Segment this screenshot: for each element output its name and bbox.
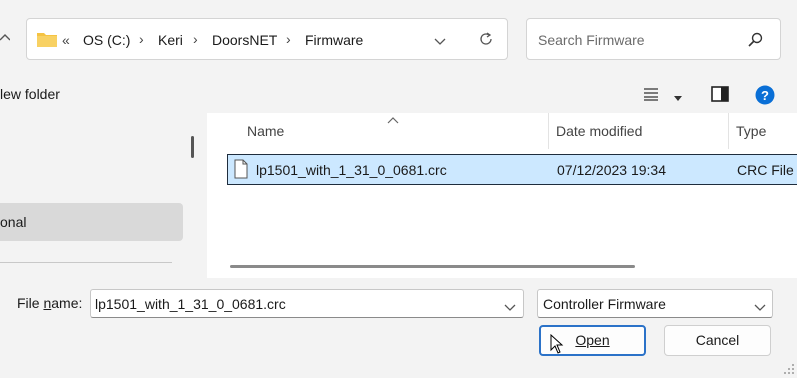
file-list: Name Date modified Type <box>207 113 797 278</box>
cancel-label: Cancel <box>695 332 740 348</box>
view-dropdown-icon[interactable] <box>673 90 683 106</box>
file-type-filter[interactable]: Controller Firmware <box>537 289 773 318</box>
file-type: CRC File <box>737 162 794 178</box>
folder-icon <box>36 30 58 51</box>
refresh-icon[interactable] <box>478 31 494 50</box>
breadcrumb-separator: › <box>193 31 198 47</box>
search-box[interactable]: Search Firmware <box>526 18 781 60</box>
breadcrumb-keri[interactable]: Keri <box>158 32 183 48</box>
help-icon[interactable]: ? <box>755 85 775 108</box>
file-icon <box>234 159 248 182</box>
filename-value: lp1501_with_1_31_0_0681.crc <box>95 296 286 312</box>
breadcrumb-separator: › <box>139 31 144 47</box>
breadcrumb-separator: › <box>286 31 291 47</box>
column-date-modified[interactable]: Date modified <box>556 123 642 139</box>
overflow-chevron[interactable]: « <box>62 32 70 48</box>
navigation-pane <box>0 113 205 278</box>
preview-pane-icon[interactable] <box>711 86 729 105</box>
search-placeholder: Search Firmware <box>538 32 645 48</box>
breadcrumb-firmware[interactable]: Firmware <box>305 32 363 48</box>
nav-item-selected[interactable]: onal <box>0 203 183 241</box>
breadcrumb-os[interactable]: OS (C:) <box>83 32 130 48</box>
file-date: 07/12/2023 19:34 <box>557 162 666 178</box>
window-top <box>0 0 797 8</box>
cancel-button[interactable]: Cancel <box>664 325 771 356</box>
filter-value: Controller Firmware <box>543 296 666 312</box>
breadcrumb-doorsnet[interactable]: DoorsNET <box>212 32 277 48</box>
view-options-icon[interactable] <box>643 87 659 104</box>
new-folder-button[interactable]: lew folder <box>0 86 60 102</box>
column-divider[interactable] <box>548 113 549 149</box>
column-divider[interactable] <box>728 113 729 149</box>
address-bar[interactable]: « OS (C:) › Keri › DoorsNET › Firmware <box>26 18 508 60</box>
nav-scrollbar[interactable] <box>191 136 194 158</box>
up-arrow-icon[interactable] <box>0 30 11 49</box>
command-bar: lew folder ? <box>0 76 797 114</box>
chevron-down-icon[interactable] <box>434 34 446 50</box>
column-name[interactable]: Name <box>247 123 284 139</box>
file-row[interactable]: lp1501_with_1_31_0_0681.crc 07/12/2023 1… <box>227 154 797 185</box>
mouse-cursor-icon <box>550 333 564 357</box>
open-label: Open <box>575 332 610 348</box>
chevron-down-icon[interactable] <box>504 300 516 316</box>
search-icon[interactable] <box>748 32 764 51</box>
filename-field[interactable]: lp1501_with_1_31_0_0681.crc <box>90 289 524 318</box>
chevron-down-icon[interactable] <box>754 300 766 316</box>
file-name: lp1501_with_1_31_0_0681.crc <box>256 162 447 178</box>
svg-text:?: ? <box>761 88 769 103</box>
horizontal-scrollbar[interactable] <box>230 265 635 268</box>
nav-item-label: onal <box>0 214 27 230</box>
filename-label: File name: <box>17 295 83 311</box>
sort-up-icon <box>387 111 399 127</box>
column-type[interactable]: Type <box>736 123 766 139</box>
nav-divider <box>0 262 172 263</box>
